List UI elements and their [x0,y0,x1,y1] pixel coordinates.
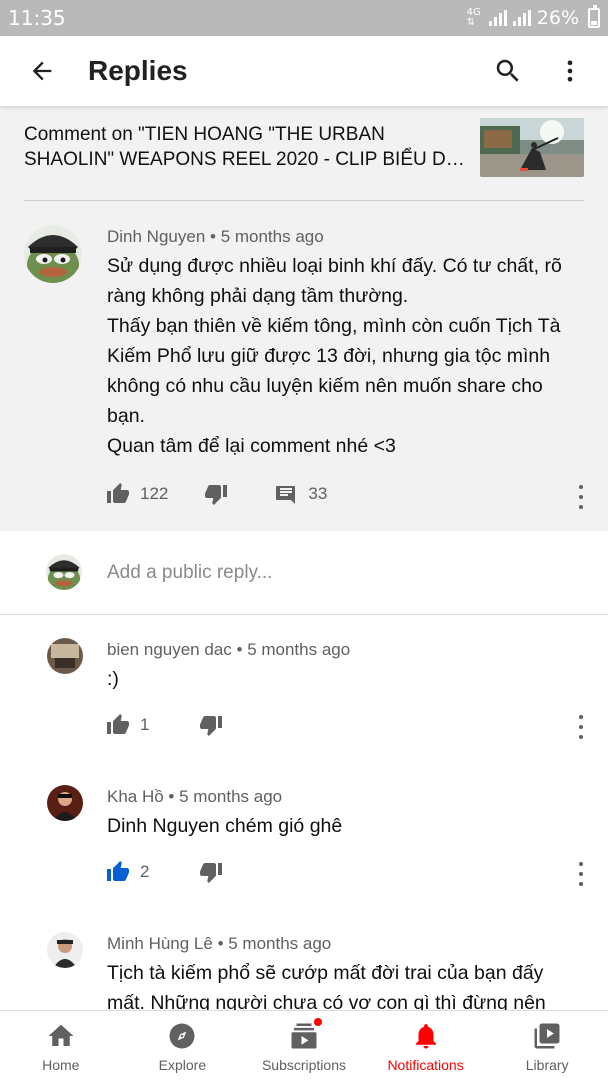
search-icon [496,59,519,82]
app-bar: Replies [0,36,608,106]
comment-meta: Dinh Nguyen • 5 months ago [107,227,324,246]
reply-text: Dinh Nguyen chém gió ghê [107,815,343,837]
compass-icon [169,1023,195,1049]
reply-count-button[interactable]: 33 [274,482,327,506]
dislike-button[interactable] [199,713,223,737]
reply-input[interactable]: Add a public reply... [107,562,272,584]
reply-meta: bien nguyen dac • 5 months ago [107,640,351,659]
reply-menu-button[interactable] [571,862,591,886]
reply-line: mất. Những người chưa có vợ con gì thì đ… [107,992,546,1010]
like-button[interactable]: 1 [106,713,149,737]
reply-age: 5 months ago [179,787,283,806]
comment-author[interactable]: Dinh Nguyen [107,227,205,246]
thumb-down-icon [205,485,228,505]
reply-author[interactable]: Kha Hồ [107,787,164,806]
comment-line: Sử dụng được nhiều loại binh khí đấy. Có… [107,255,562,277]
reply-actions: 2 [106,860,223,884]
bell-icon [415,1024,436,1049]
thumb-up-icon [107,483,129,503]
video-thumbnail[interactable] [480,118,584,177]
status-time: 11:35 [8,6,66,30]
avatar [46,554,82,590]
replies-screen: 11:35 4G ⇅ 26% Replies Comment on "TIEN H… [0,0,608,1080]
nav-subscriptions[interactable]: Subscriptions [243,1011,365,1080]
like-count: 2 [140,862,150,881]
new-content-dot [313,1017,324,1027]
nav-notifications[interactable]: Notifications [365,1011,487,1080]
comment-line: Kiếm Phổ lưu giữ được 13 đời, nhưng gia … [107,345,551,367]
reply-age: 5 months ago [247,640,351,659]
comment-line: bạn. [107,405,145,427]
reply-meta: Minh Hùng Lê • 5 months ago [107,934,332,953]
nav-explore[interactable]: Explore [122,1011,244,1080]
page-title: Replies [88,55,188,86]
like-count: 1 [140,715,150,734]
add-reply-bar[interactable]: Add a public reply... [0,531,608,615]
nav-label: Subscriptions [261,1057,346,1073]
battery-percent: 26% [536,7,579,29]
avatar[interactable] [24,225,82,283]
arrow-back-icon [32,61,52,81]
reply-meta: Kha Hồ • 5 months ago [107,787,283,806]
bottom-navigation: Home Explore Subscriptions Notifications… [0,1010,608,1080]
nav-label: Library [525,1057,569,1073]
nav-label: Explore [158,1057,207,1073]
comment-menu-button[interactable] [571,485,591,509]
thumb-down-icon [200,716,223,736]
avatar[interactable] [47,785,83,821]
reply-actions: 1 [106,713,223,737]
dislike-button[interactable] [199,860,223,884]
like-count: 122 [140,484,169,503]
comment-line: không có nhu cầu luyện kiếm nên muốn sha… [107,375,543,397]
comment-line: ràng không phải dạng tầm thường. [107,285,409,307]
reply-author[interactable]: Minh Hùng Lê [107,934,213,953]
thumb-up-icon [107,714,129,734]
comment-text: Sử dụng được nhiều loại binh khí đấy. Có… [107,251,597,461]
signal-icon [488,10,507,26]
reply-count: 33 [308,484,328,503]
comment-line: Quan tâm để lại comment nhé <3 [107,435,396,457]
nav-home[interactable]: Home [0,1011,122,1080]
dislike-button[interactable] [204,482,228,506]
reply-author[interactable]: bien nguyen dac [107,640,232,659]
more-vert-icon [567,60,573,82]
comment-age: 5 months ago [220,227,324,246]
like-button[interactable]: 122 [106,482,168,506]
comment-actions: 122 33 [106,482,327,506]
library-icon [534,1023,560,1049]
nav-library[interactable]: Library [486,1011,608,1080]
home-icon [48,1024,74,1046]
thumb-down-icon [200,863,223,883]
avatar[interactable] [47,932,83,968]
avatar[interactable] [47,638,83,674]
reply-line: Tịch tà kiếm phổ sẽ cướp mất đời trai củ… [107,962,544,984]
more-options-button[interactable] [552,53,588,89]
comment-line: Thấy bạn thiên về kiếm tông, mình còn cu… [107,315,561,337]
battery-icon [588,5,600,28]
back-button[interactable] [22,51,62,91]
video-context-text: Comment on "TIEN HOANG "THE URBAN SHAOLI… [24,124,465,170]
nav-label: Home [42,1057,80,1073]
like-button-active[interactable]: 2 [106,860,149,884]
thumb-up-icon [107,861,129,881]
divider [24,200,584,201]
reply-age: 5 months ago [228,934,332,953]
reply-text: :) [107,668,119,690]
signal-icon-2 [512,10,531,26]
reply-text: Tịch tà kiếm phổ sẽ cướp mất đời trai củ… [107,958,597,1010]
status-bar: 11:35 4G ⇅ 26% [0,0,608,36]
comment-icon [276,486,296,504]
network-type-icon: 4G ⇅ [466,7,481,28]
nav-label: Notifications [387,1057,464,1073]
search-button[interactable] [490,53,526,89]
video-context-link[interactable]: Comment on "TIEN HOANG "THE URBAN SHAOLI… [24,118,584,198]
parent-comment-section: Comment on "TIEN HOANG "THE URBAN SHAOLI… [0,106,608,531]
status-icons: 4G ⇅ 26% [466,5,600,29]
reply-menu-button[interactable] [571,715,591,739]
